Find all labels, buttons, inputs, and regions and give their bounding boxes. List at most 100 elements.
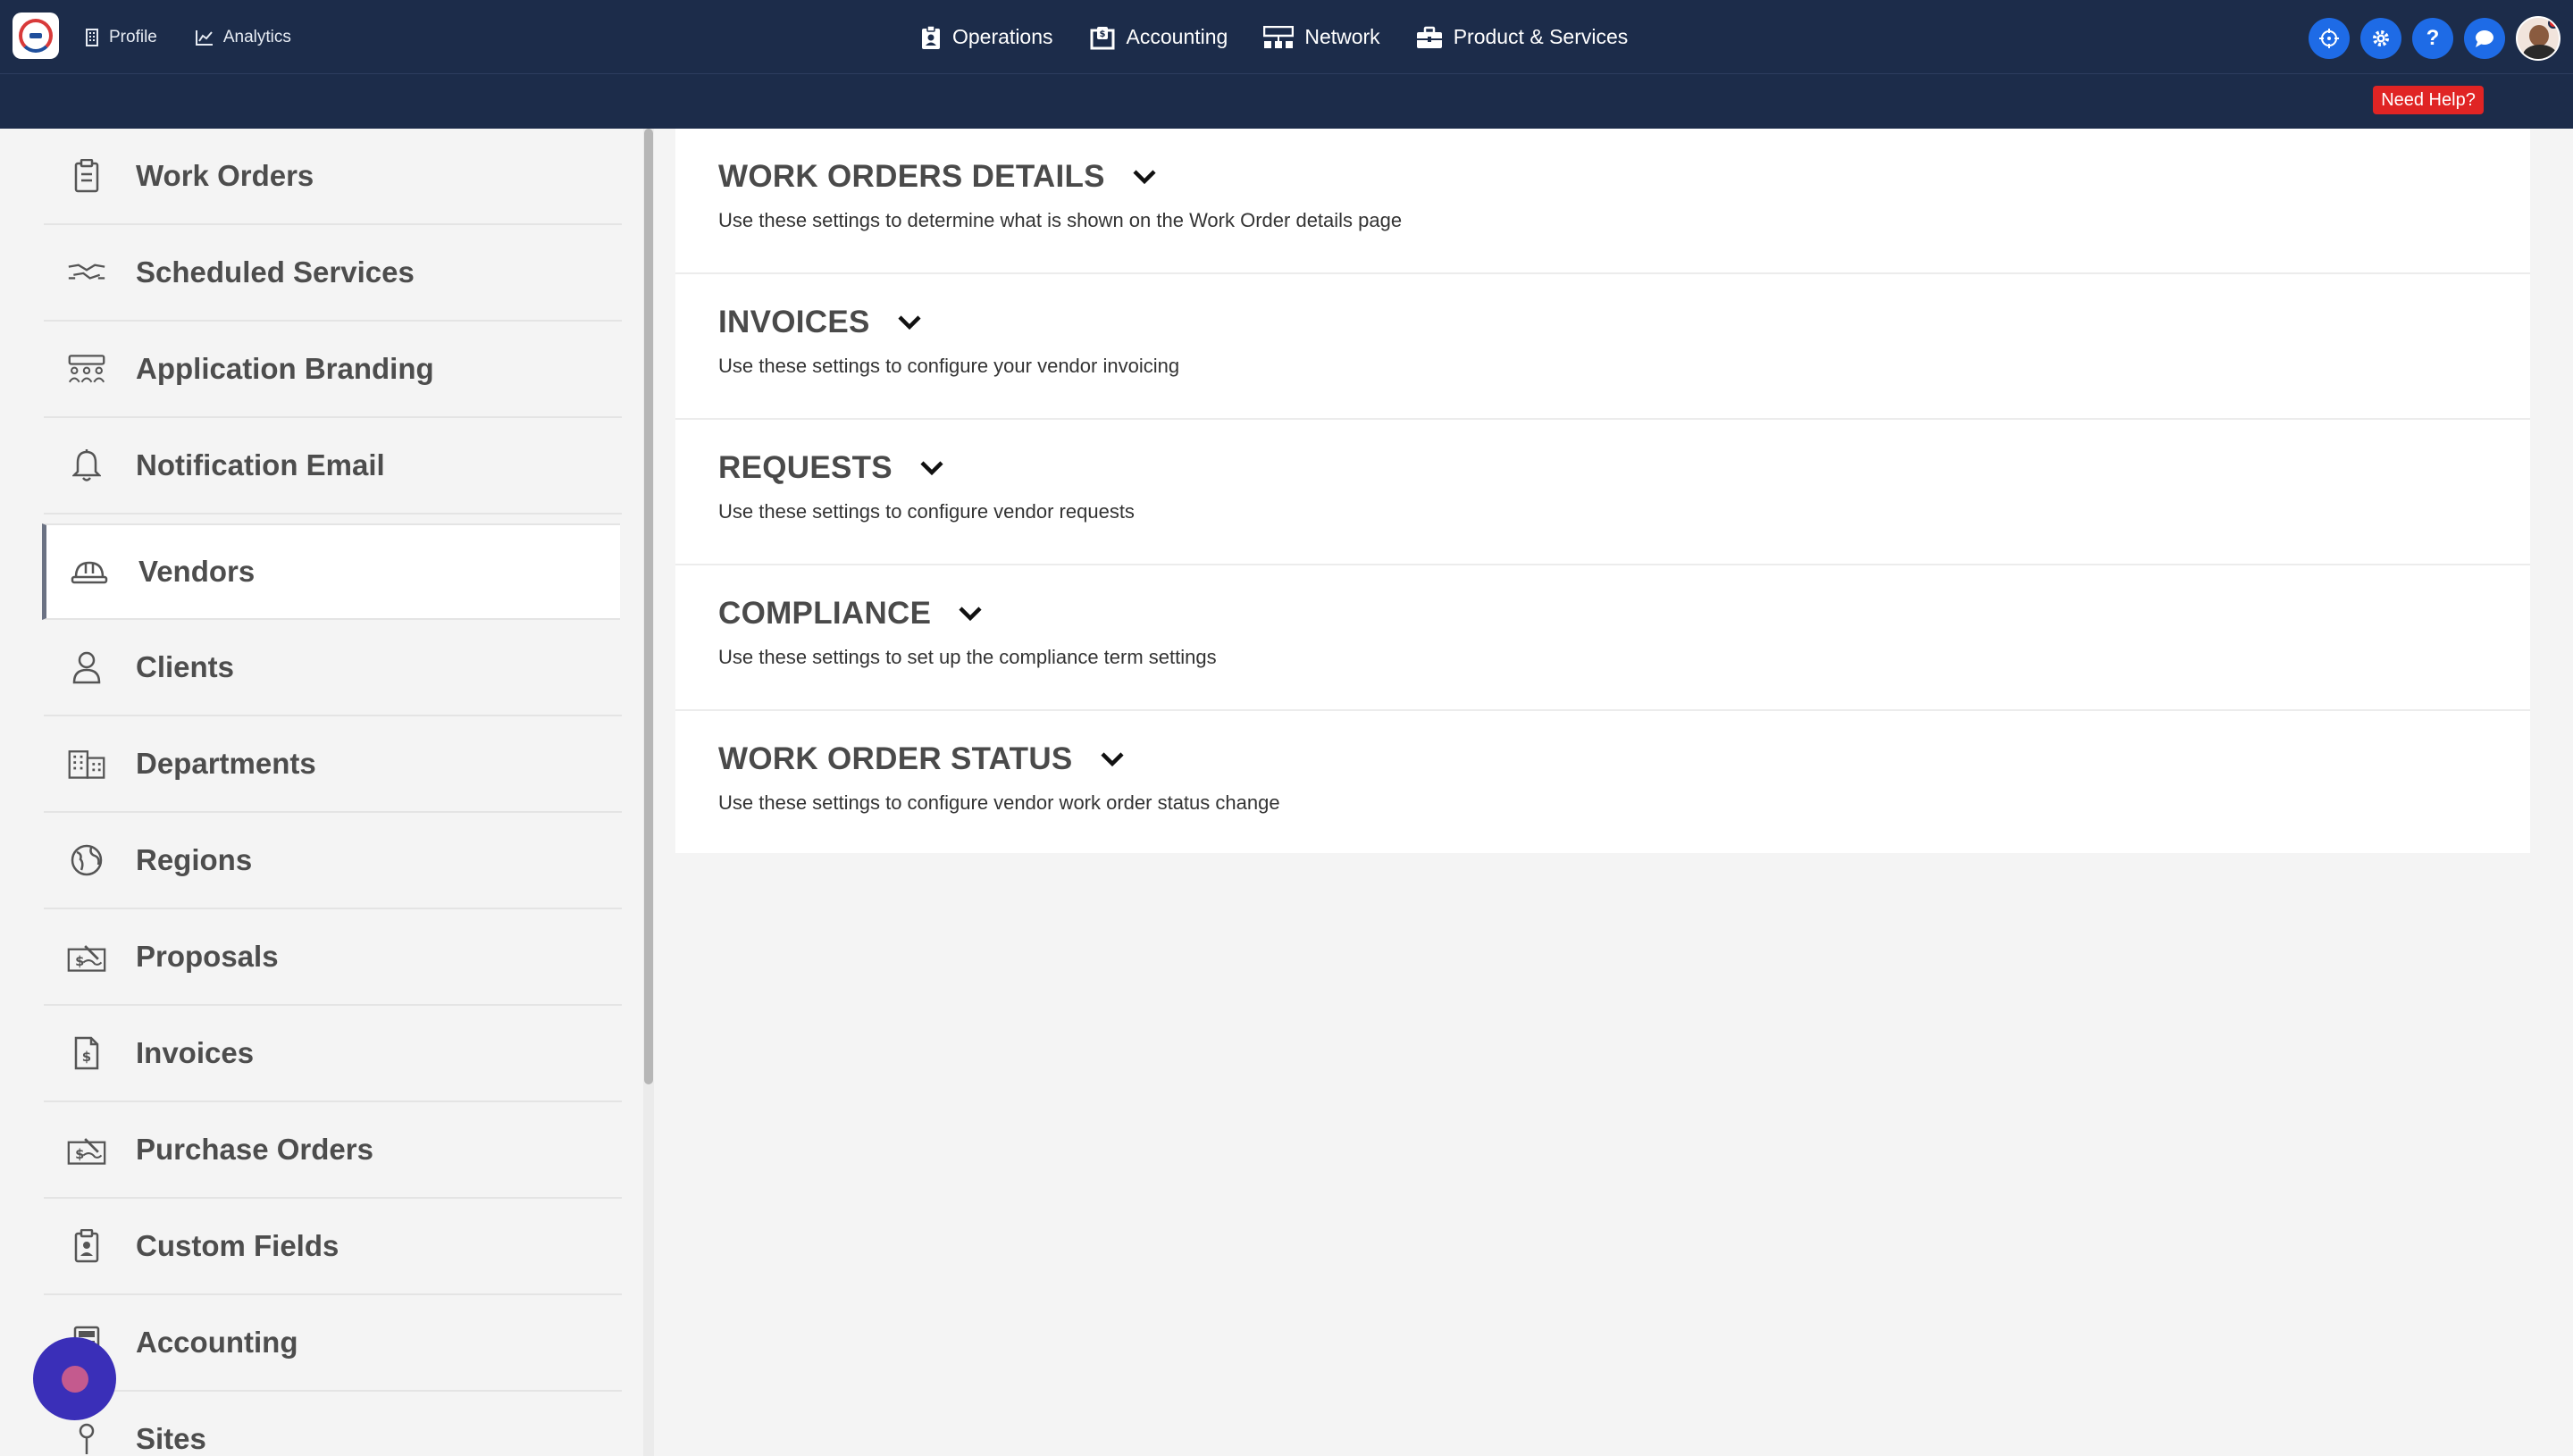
section-title[interactable]: WORK ORDERS DETAILS: [718, 159, 1157, 195]
logo-mark: [19, 19, 53, 53]
section-title[interactable]: COMPLIANCE: [718, 596, 983, 632]
people-group-icon: [67, 349, 106, 389]
sidebar-item-accounting[interactable]: Accounting: [44, 1295, 622, 1392]
sidebar-item-departments[interactable]: Departments: [44, 716, 622, 813]
sidebar-item-application-branding[interactable]: Application Branding: [44, 322, 622, 418]
nav-profile-label: Profile: [109, 27, 157, 46]
section-invoices[interactable]: INVOICES Use these settings to configure…: [675, 274, 2530, 420]
sidebar-item-purchase-orders[interactable]: $ Purchase Orders: [44, 1102, 622, 1199]
sidebar-item-label: Sites: [136, 1422, 206, 1455]
header-actions: ?: [2309, 16, 2560, 61]
chat-button[interactable]: [2464, 18, 2505, 59]
question-icon: ?: [2426, 26, 2440, 50]
sidebar-item-notification-email[interactable]: Notification Email: [44, 418, 622, 515]
section-requests[interactable]: REQUESTS Use these settings to configure…: [675, 420, 2530, 565]
company-logo[interactable]: [13, 13, 59, 59]
briefcase-icon: [1416, 26, 1442, 48]
floating-assistant-button[interactable]: [33, 1337, 116, 1420]
building-icon: [86, 28, 98, 46]
sidebar-item-proposals[interactable]: $ Proposals: [44, 909, 622, 1006]
chevron-down-icon[interactable]: [897, 314, 922, 331]
sidebar-item-label: Notification Email: [136, 448, 385, 481]
section-title[interactable]: INVOICES: [718, 305, 922, 340]
section-description: Use these settings to configure vendor w…: [718, 791, 1280, 814]
buildings-icon: [67, 744, 106, 783]
handshake-icon: [67, 253, 106, 292]
signature-dollar-icon: $: [67, 937, 106, 976]
chevron-down-icon[interactable]: [919, 460, 944, 476]
section-title-text: WORK ORDERS DETAILS: [718, 159, 1105, 194]
sidebar-item-invoices[interactable]: $ Invoices: [44, 1006, 622, 1102]
clipboard-user-icon: [922, 24, 940, 49]
sidebar-item-label: Custom Fields: [136, 1229, 339, 1262]
chevron-down-icon[interactable]: [1100, 751, 1125, 767]
user-avatar[interactable]: [2516, 16, 2560, 61]
chevron-down-icon[interactable]: [958, 606, 983, 622]
sidebar-item-label: Invoices: [136, 1036, 255, 1069]
sidebar-item-label: Application Branding: [136, 352, 434, 385]
chevron-down-icon[interactable]: [1132, 169, 1157, 185]
target-button[interactable]: [2309, 18, 2350, 59]
assistant-dot-icon: [61, 1365, 88, 1393]
help-button[interactable]: ?: [2412, 18, 2453, 59]
svg-text:$: $: [82, 1049, 91, 1065]
map-pin-icon: [67, 1419, 106, 1456]
clipboard-list-icon: [67, 156, 106, 196]
network-icon: [1263, 25, 1295, 48]
sidebar-item-label: Purchase Orders: [136, 1133, 373, 1166]
sidebar-item-clients[interactable]: Clients: [44, 620, 622, 716]
nav-product-services-label: Product & Services: [1453, 25, 1629, 48]
section-title-text: COMPLIANCE: [718, 596, 932, 631]
nav-accounting-label: Accounting: [1126, 25, 1228, 48]
sidebar-item-label: Accounting: [136, 1326, 298, 1359]
nav-analytics[interactable]: Analytics: [195, 28, 291, 47]
section-description: Use these settings to determine what is …: [718, 209, 1403, 231]
nav-accounting[interactable]: $ Accounting: [1089, 25, 1228, 50]
need-help-button[interactable]: Need Help?: [2373, 86, 2484, 114]
section-title[interactable]: WORK ORDER STATUS: [718, 741, 1125, 777]
top-bar: Profile Analytics Operations $ Accountin…: [0, 0, 2573, 129]
top-navigation: Profile Analytics Operations $ Accountin…: [0, 0, 2573, 74]
section-title-text: WORK ORDER STATUS: [718, 741, 1073, 776]
sidebar-item-custom-fields[interactable]: Custom Fields: [44, 1199, 622, 1295]
nav-analytics-label: Analytics: [222, 27, 291, 46]
sidebar-item-vendors[interactable]: Vendors: [42, 523, 620, 620]
chat-bubble-icon: [2476, 30, 2493, 47]
user-icon: [67, 648, 106, 687]
file-invoice-dollar-icon: $: [67, 1033, 106, 1073]
settings-button[interactable]: [2360, 18, 2401, 59]
nav-operations-label: Operations: [952, 25, 1053, 48]
sidebar-item-label: Regions: [136, 843, 253, 876]
notification-dot: [2548, 18, 2559, 29]
hard-hat-icon: [70, 552, 109, 591]
sidebar-item-label: Clients: [136, 650, 235, 683]
nav-product-services[interactable]: Product & Services: [1416, 25, 1629, 49]
sidebar-scrollbar-thumb[interactable]: [644, 129, 653, 1084]
sidebar-item-scheduled-services[interactable]: Scheduled Services: [44, 225, 622, 322]
section-work-orders-details[interactable]: WORK ORDERS DETAILS Use these settings t…: [675, 129, 2530, 274]
sidebar-item-regions[interactable]: Regions: [44, 813, 622, 909]
money-box-icon: $: [1090, 26, 1115, 49]
section-description: Use these settings to set up the complia…: [718, 646, 1217, 668]
sidebar-item-label: Proposals: [136, 940, 279, 973]
vendor-settings-panel: WORK ORDERS DETAILS Use these settings t…: [675, 129, 2530, 853]
nav-network[interactable]: Network: [1263, 25, 1380, 49]
globe-icon: [67, 841, 106, 880]
gear-icon: [2373, 30, 2389, 46]
section-title-text: INVOICES: [718, 305, 870, 339]
section-work-order-status[interactable]: WORK ORDER STATUS Use these settings to …: [675, 711, 2530, 857]
sidebar-item-work-orders[interactable]: Work Orders: [44, 129, 622, 225]
section-title[interactable]: REQUESTS: [718, 450, 944, 486]
sidebar-item-label: Vendors: [138, 555, 256, 588]
settings-sidebar: Work Orders Scheduled Services Applicati…: [0, 129, 652, 1456]
nav-operations[interactable]: Operations: [920, 24, 1053, 50]
sidebar-item-label: Scheduled Services: [136, 255, 415, 289]
nav-profile[interactable]: Profile: [84, 28, 157, 47]
section-compliance[interactable]: COMPLIANCE Use these settings to set up …: [675, 565, 2530, 711]
left-nav: Profile Analytics: [84, 0, 329, 74]
clipboard-user-icon: [67, 1226, 106, 1266]
center-nav: Operations $ Accounting Network Product …: [920, 0, 1664, 74]
sidebar-item-sites[interactable]: Sites: [44, 1392, 622, 1456]
svg-text:$: $: [1099, 29, 1105, 39]
section-description: Use these settings to configure vendor r…: [718, 500, 1135, 523]
